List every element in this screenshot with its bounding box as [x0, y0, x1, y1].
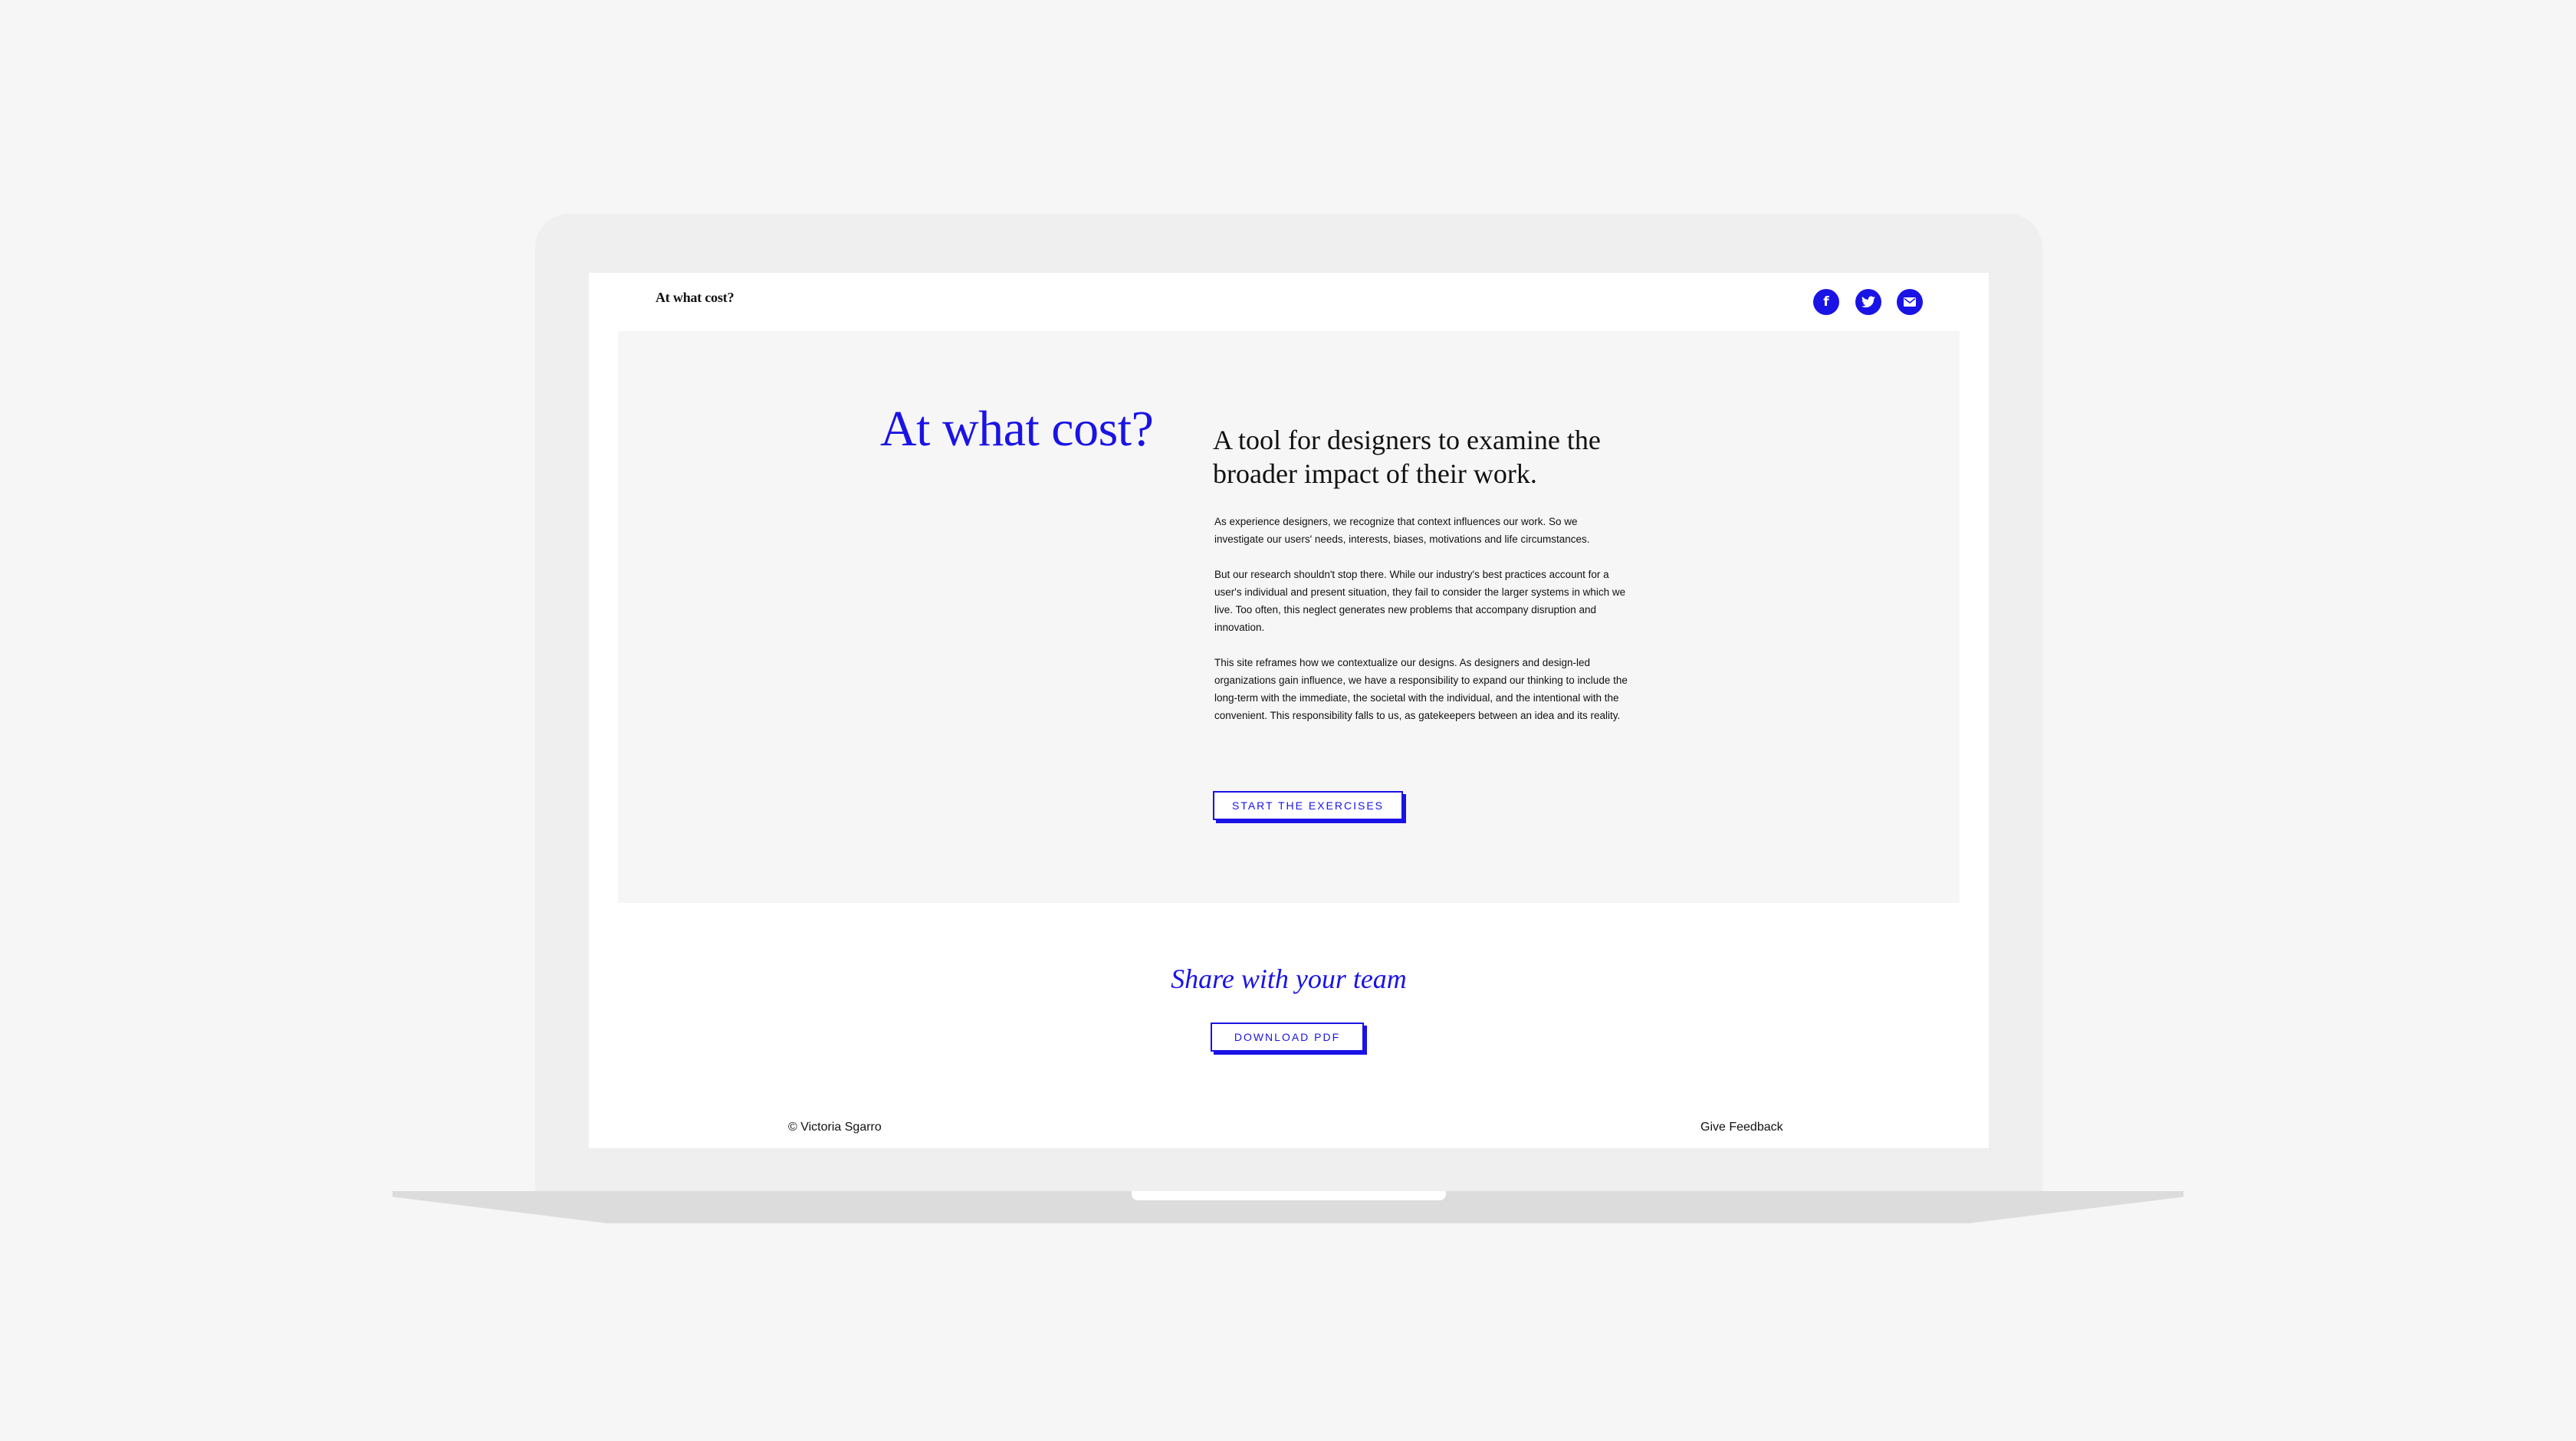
hero-body: As experience designers, we recognize th…	[1214, 513, 1628, 742]
site-logo[interactable]: At what cost?	[656, 290, 734, 306]
envelope-icon	[1904, 297, 1916, 307]
start-exercises-button[interactable]: START THE EXERCISES	[1213, 791, 1403, 820]
facebook-glyph: f	[1823, 294, 1829, 310]
laptop-screen: At what cost? f At what cost? A tool for…	[589, 273, 1989, 1148]
give-feedback-link[interactable]: Give Feedback	[1700, 1121, 1783, 1134]
hero-paragraph: This site reframes how we contextualize …	[1214, 657, 1628, 721]
hero-section: At what cost? A tool for designers to ex…	[618, 331, 1960, 903]
twitter-icon[interactable]	[1855, 289, 1881, 315]
hero-paragraph: As experience designers, we recognize th…	[1214, 516, 1590, 545]
twitter-bird-icon	[1861, 296, 1875, 308]
hero-subtitle: A tool for designers to examine the broa…	[1213, 425, 1601, 489]
hero-paragraph: But our research shouldn't stop there. W…	[1214, 569, 1626, 633]
email-icon[interactable]	[1897, 289, 1923, 315]
footer-copyright: © Victoria Sgarro	[788, 1121, 882, 1134]
laptop-notch	[1132, 1191, 1446, 1200]
facebook-icon[interactable]: f	[1813, 289, 1839, 315]
share-title: Share with your team	[1171, 963, 1407, 994]
hero-title: At what cost?	[880, 401, 1154, 457]
download-pdf-button[interactable]: DOWNLOAD PDF	[1211, 1022, 1364, 1052]
